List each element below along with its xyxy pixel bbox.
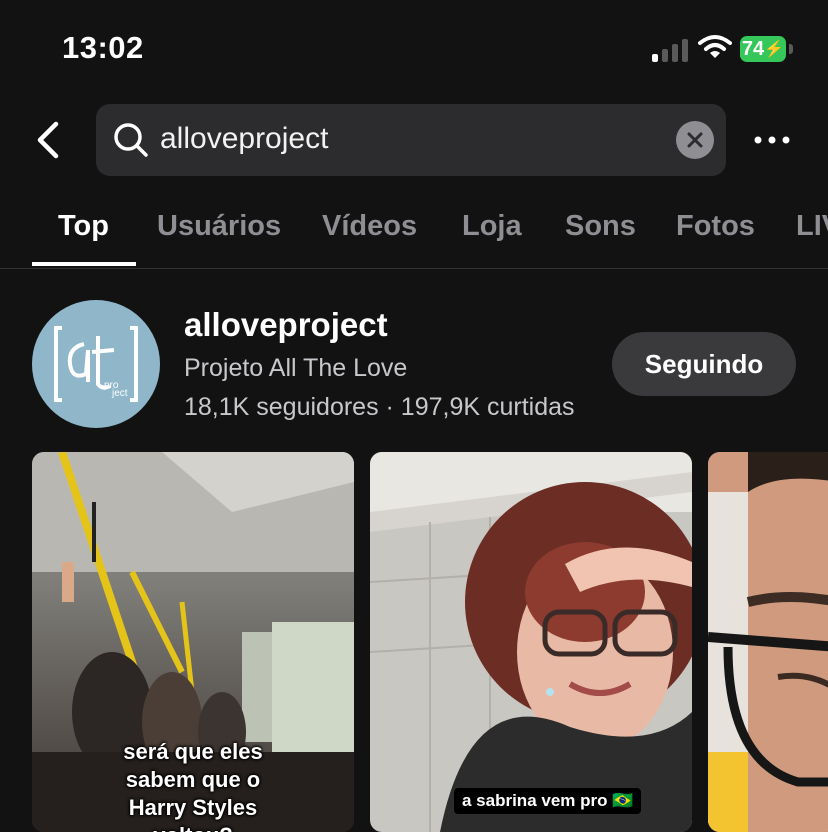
battery-icon: 74 ⚡ bbox=[740, 36, 786, 62]
tab-top[interactable]: Top bbox=[58, 210, 109, 243]
clear-search-icon[interactable] bbox=[676, 121, 714, 159]
status-bar: 13:02 74 ⚡ bbox=[0, 0, 828, 100]
selfie-image bbox=[370, 452, 692, 832]
tab-fotos[interactable]: Fotos bbox=[676, 210, 755, 243]
tab-live[interactable]: LIV bbox=[796, 210, 828, 243]
project-logo: pro ject bbox=[54, 326, 138, 402]
profile-stats: 18,1K seguidores · 197,9K curtidas bbox=[184, 393, 575, 421]
video-caption: a sabrina vem pro 🇧🇷 bbox=[454, 788, 642, 814]
tab-usuarios[interactable]: Usuários bbox=[157, 210, 281, 243]
search-icon bbox=[114, 123, 148, 157]
back-chevron-icon[interactable] bbox=[30, 120, 70, 160]
avatar[interactable]: pro ject bbox=[32, 300, 160, 428]
search-bar[interactable]: alloveproject bbox=[96, 104, 726, 176]
more-options-icon[interactable] bbox=[752, 128, 792, 152]
battery-level: 74 bbox=[741, 37, 765, 60]
video-caption: será que eles sabem que o Harry Styles v… bbox=[123, 739, 263, 832]
tab-sons[interactable]: Sons bbox=[565, 210, 636, 243]
video-thumbnail[interactable]: será que eles sabem que o Harry Styles v… bbox=[32, 452, 354, 832]
active-tab-indicator bbox=[32, 262, 136, 266]
search-tabs: Top Usuários Vídeos Loja Sons Fotos LIV bbox=[0, 200, 828, 269]
wifi-icon bbox=[698, 35, 732, 58]
profile-username[interactable]: alloveproject bbox=[184, 306, 388, 344]
tab-loja[interactable]: Loja bbox=[462, 210, 522, 243]
profile-full-name: Projeto All The Love bbox=[184, 354, 408, 382]
search-input[interactable]: alloveproject bbox=[160, 122, 328, 156]
svg-text:ject: ject bbox=[111, 388, 128, 399]
tab-videos[interactable]: Vídeos bbox=[322, 210, 417, 243]
status-time: 13:02 bbox=[62, 30, 144, 65]
following-button[interactable]: Seguindo bbox=[612, 332, 796, 396]
battery-cap bbox=[789, 44, 793, 54]
face-closeup-image bbox=[708, 452, 828, 832]
video-thumbnail[interactable] bbox=[708, 452, 828, 832]
charging-bolt-icon: ⚡ bbox=[764, 41, 785, 58]
cellular-signal-icon bbox=[652, 38, 690, 62]
video-thumbnail[interactable]: a sabrina vem pro 🇧🇷 bbox=[370, 452, 692, 832]
